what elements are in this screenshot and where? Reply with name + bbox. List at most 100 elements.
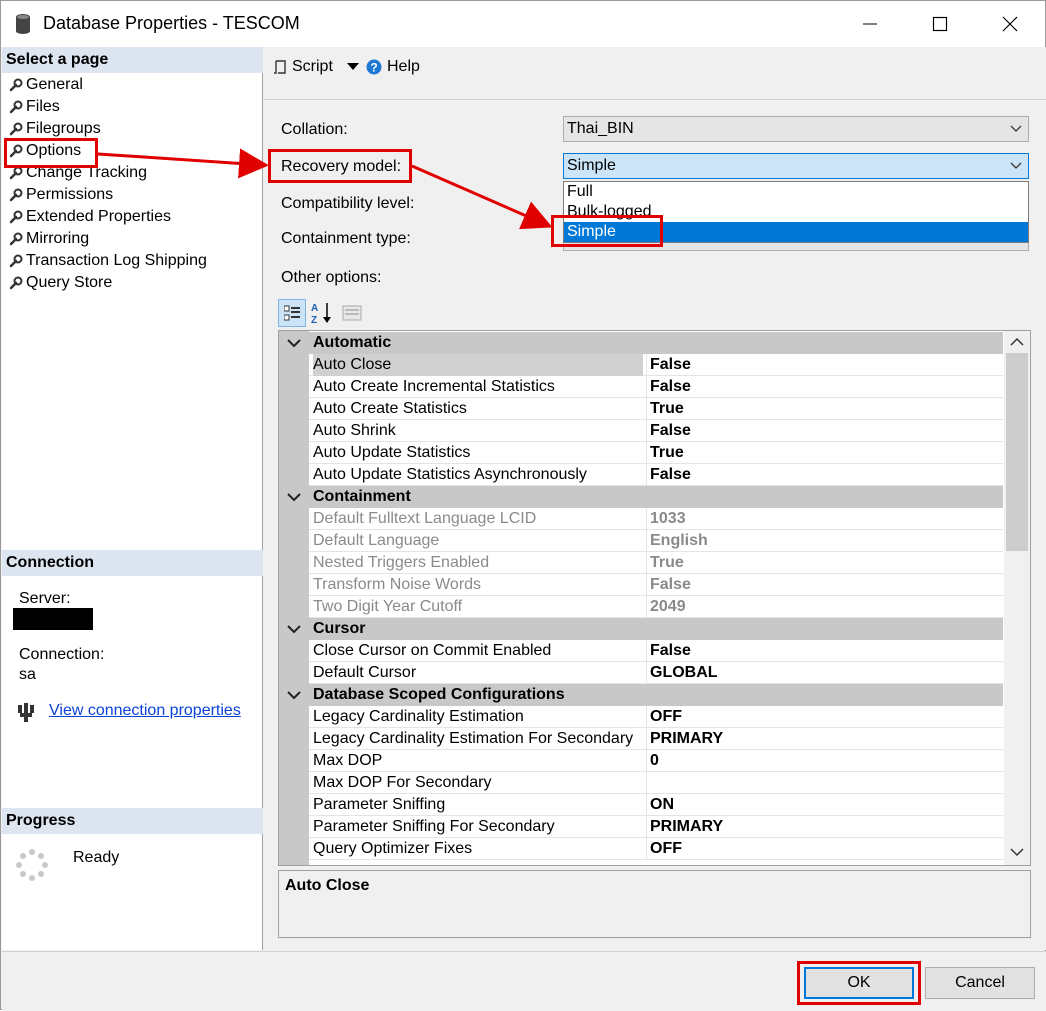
close-button[interactable] (987, 1, 1033, 47)
grid-row[interactable]: Auto Update Statistics Asynchronously Fal… (309, 464, 1003, 486)
page-item-filegroups[interactable]: Filegroups (2, 118, 263, 140)
page-item-label: Transaction Log Shipping (26, 252, 207, 269)
grid-row[interactable]: Max DOP For Secondary (309, 772, 1003, 794)
grid-row[interactable]: Auto Close False (309, 354, 1003, 376)
page-item-permissions[interactable]: Permissions (2, 184, 263, 206)
annotation-box-recovery-model (268, 149, 412, 183)
grid-toolbar: A Z (278, 298, 368, 328)
grid-row[interactable]: Parameter Sniffing For Secondary PRIMARY (309, 816, 1003, 838)
grid-row[interactable]: Nested Triggers Enabled True (309, 552, 1003, 574)
view-connection-properties-link[interactable]: View connection properties (49, 702, 241, 720)
page-item-extended-properties[interactable]: Extended Properties (2, 206, 263, 228)
grid-row[interactable]: Close Cursor on Commit Enabled False (309, 640, 1003, 662)
maximize-button[interactable] (917, 1, 963, 47)
database-icon (16, 14, 30, 34)
page-item-files[interactable]: Files (2, 96, 263, 118)
property-value[interactable]: False (646, 640, 1003, 662)
property-name: Default Language (313, 532, 440, 549)
property-name: Transform Noise Words (313, 576, 482, 593)
property-value[interactable]: ON (646, 794, 1003, 816)
select-page-header: Select a page (2, 47, 263, 73)
categorized-button[interactable] (278, 299, 306, 327)
grid-row[interactable]: Auto Shrink False (309, 420, 1003, 442)
property-value[interactable]: False (646, 574, 1003, 596)
property-value[interactable]: 0 (646, 750, 1003, 772)
page-item-label: Files (26, 98, 60, 115)
grid-row[interactable]: Default Fulltext Language LCID 1033 (309, 508, 1003, 530)
grid-category[interactable]: Automatic (279, 332, 1003, 354)
property-value[interactable]: False (646, 354, 1003, 376)
property-value[interactable] (646, 772, 1003, 794)
chevron-down-icon[interactable] (1010, 847, 1024, 857)
grid-row[interactable]: Legacy Cardinality Estimation OFF (309, 706, 1003, 728)
property-value[interactable]: OFF (646, 706, 1003, 728)
property-value[interactable]: PRIMARY (646, 816, 1003, 838)
minimize-button[interactable] (847, 1, 893, 47)
property-description: Auto Close (278, 870, 1031, 938)
chevron-up-icon[interactable] (1010, 337, 1024, 347)
page-item-label: General (26, 76, 83, 93)
alphabetical-button[interactable]: A Z (308, 299, 336, 327)
property-value[interactable]: True (646, 398, 1003, 420)
grid-row[interactable]: Auto Update Statistics True (309, 442, 1003, 464)
grid-margin (279, 331, 309, 865)
description-title: Auto Close (285, 877, 370, 894)
property-name: Legacy Cardinality Estimation For Second… (313, 730, 634, 747)
property-name: Close Cursor on Commit Enabled (313, 642, 552, 659)
property-value[interactable]: 1033 (646, 508, 1003, 530)
property-value[interactable]: 2049 (646, 596, 1003, 618)
property-value[interactable]: False (646, 464, 1003, 486)
grid-row[interactable]: Auto Create Incremental Statistics False (309, 376, 1003, 398)
property-value[interactable]: PRIMARY (646, 728, 1003, 750)
property-pages-button[interactable] (338, 299, 366, 327)
server-value-redacted (13, 608, 93, 630)
page-item-query-store[interactable]: Query Store (2, 272, 263, 294)
property-name: Two Digit Year Cutoff (313, 598, 463, 615)
grid-category[interactable]: Containment (279, 486, 1003, 508)
page-item-label: Filegroups (26, 120, 101, 137)
grid-row[interactable]: Transform Noise Words False (309, 574, 1003, 596)
grid-row[interactable]: Max DOP 0 (309, 750, 1003, 772)
recovery-option-full[interactable]: Full (564, 182, 1028, 202)
grid-category[interactable]: Database Scoped Configurations (279, 684, 1003, 706)
cancel-button[interactable]: Cancel (925, 967, 1035, 999)
categorized-icon (284, 305, 300, 321)
page-item-transaction-log-shipping[interactable]: Transaction Log Shipping (2, 250, 263, 272)
chevron-collapse-icon[interactable] (287, 623, 301, 635)
script-button[interactable]: Script (272, 56, 359, 78)
annotation-box-ok (797, 961, 921, 1005)
grid-row[interactable]: Query Optimizer Fixes OFF (309, 838, 1003, 860)
property-value[interactable]: True (646, 442, 1003, 464)
property-name: Parameter Sniffing (313, 796, 446, 813)
collation-combobox[interactable]: Thai_BIN (563, 116, 1029, 142)
grid-category-label: Containment (313, 488, 411, 505)
grid-row[interactable]: Two Digit Year Cutoff 2049 (309, 596, 1003, 618)
property-name: Default Cursor (313, 664, 417, 681)
server-label: Server: (19, 590, 71, 607)
property-value[interactable]: English (646, 530, 1003, 552)
page-item-general[interactable]: General (2, 74, 263, 96)
grid-vertical-scrollbar[interactable] (1004, 331, 1030, 865)
connection-value: sa (19, 666, 36, 683)
progress-spinner-icon (16, 849, 48, 881)
property-value[interactable]: True (646, 552, 1003, 574)
page-item-label: Query Store (26, 274, 113, 291)
chevron-collapse-icon[interactable] (287, 689, 301, 701)
property-value[interactable]: OFF (646, 838, 1003, 860)
grid-row[interactable]: Parameter Sniffing ON (309, 794, 1003, 816)
recovery-model-combobox[interactable]: Simple (563, 153, 1029, 179)
chevron-collapse-icon[interactable] (287, 337, 301, 349)
grid-category[interactable]: Cursor (279, 618, 1003, 640)
chevron-collapse-icon[interactable] (287, 491, 301, 503)
page-item-mirroring[interactable]: Mirroring (2, 228, 263, 250)
grid-row[interactable]: Default Cursor GLOBAL (309, 662, 1003, 684)
grid-row[interactable]: Auto Create Statistics True (309, 398, 1003, 420)
scrollbar-thumb[interactable] (1006, 353, 1028, 551)
property-value[interactable]: False (646, 376, 1003, 398)
grid-row[interactable]: Default Language English (309, 530, 1003, 552)
page-list: General Files Filegroups Options Change … (2, 74, 263, 294)
grid-row[interactable]: Legacy Cardinality Estimation For Second… (309, 728, 1003, 750)
property-value[interactable]: GLOBAL (646, 662, 1003, 684)
property-value[interactable]: False (646, 420, 1003, 442)
help-button[interactable]: ? Help (366, 56, 420, 78)
